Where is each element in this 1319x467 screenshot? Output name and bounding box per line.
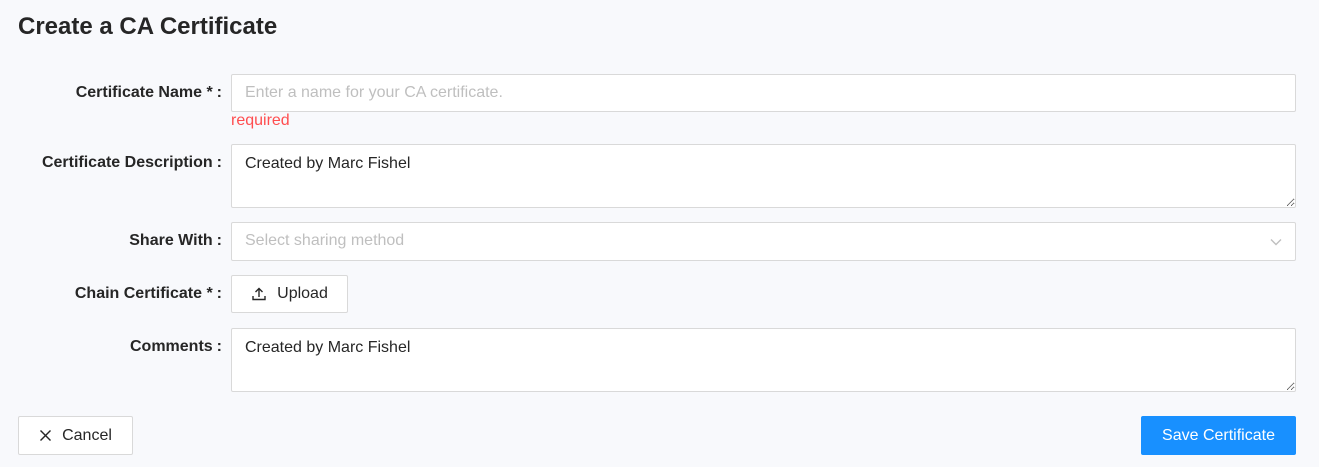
save-certificate-button[interactable]: Save Certificate bbox=[1141, 416, 1296, 455]
chain-certificate-label-text: Chain Certificate * bbox=[74, 285, 213, 302]
certificate-description-textarea[interactable] bbox=[231, 144, 1296, 208]
certificate-name-colon: : bbox=[216, 84, 222, 101]
share-with-label-text: Share With bbox=[129, 232, 213, 249]
certificate-name-label-text: Certificate Name * bbox=[75, 84, 213, 101]
share-with-label: Share With: bbox=[0, 232, 222, 250]
certificate-name-input[interactable] bbox=[231, 74, 1296, 112]
upload-icon bbox=[251, 286, 267, 302]
close-icon bbox=[39, 429, 52, 442]
page-title: Create a CA Certificate bbox=[18, 13, 278, 40]
share-with-select[interactable]: Select sharing method bbox=[231, 222, 1296, 261]
certificate-name-error: required bbox=[231, 112, 290, 129]
certificate-description-colon: : bbox=[216, 154, 222, 171]
comments-label: Comments: bbox=[0, 338, 222, 356]
share-with-placeholder: Select sharing method bbox=[245, 232, 405, 249]
comments-colon: : bbox=[216, 338, 222, 355]
chevron-down-icon bbox=[1269, 235, 1283, 249]
chain-certificate-label: Chain Certificate *: bbox=[0, 285, 222, 303]
chain-certificate-colon: : bbox=[216, 285, 222, 302]
cancel-button-label: Cancel bbox=[62, 426, 112, 444]
certificate-description-label-text: Certificate Description bbox=[41, 154, 213, 171]
upload-button[interactable]: Upload bbox=[231, 275, 348, 313]
certificate-name-label: Certificate Name *: bbox=[0, 84, 222, 102]
upload-button-label: Upload bbox=[277, 285, 328, 302]
comments-textarea[interactable] bbox=[231, 328, 1296, 392]
certificate-description-label: Certificate Description: bbox=[0, 154, 222, 172]
cancel-button[interactable]: Cancel bbox=[18, 416, 133, 455]
share-with-colon: : bbox=[216, 232, 222, 249]
comments-label-text: Comments bbox=[129, 338, 213, 355]
